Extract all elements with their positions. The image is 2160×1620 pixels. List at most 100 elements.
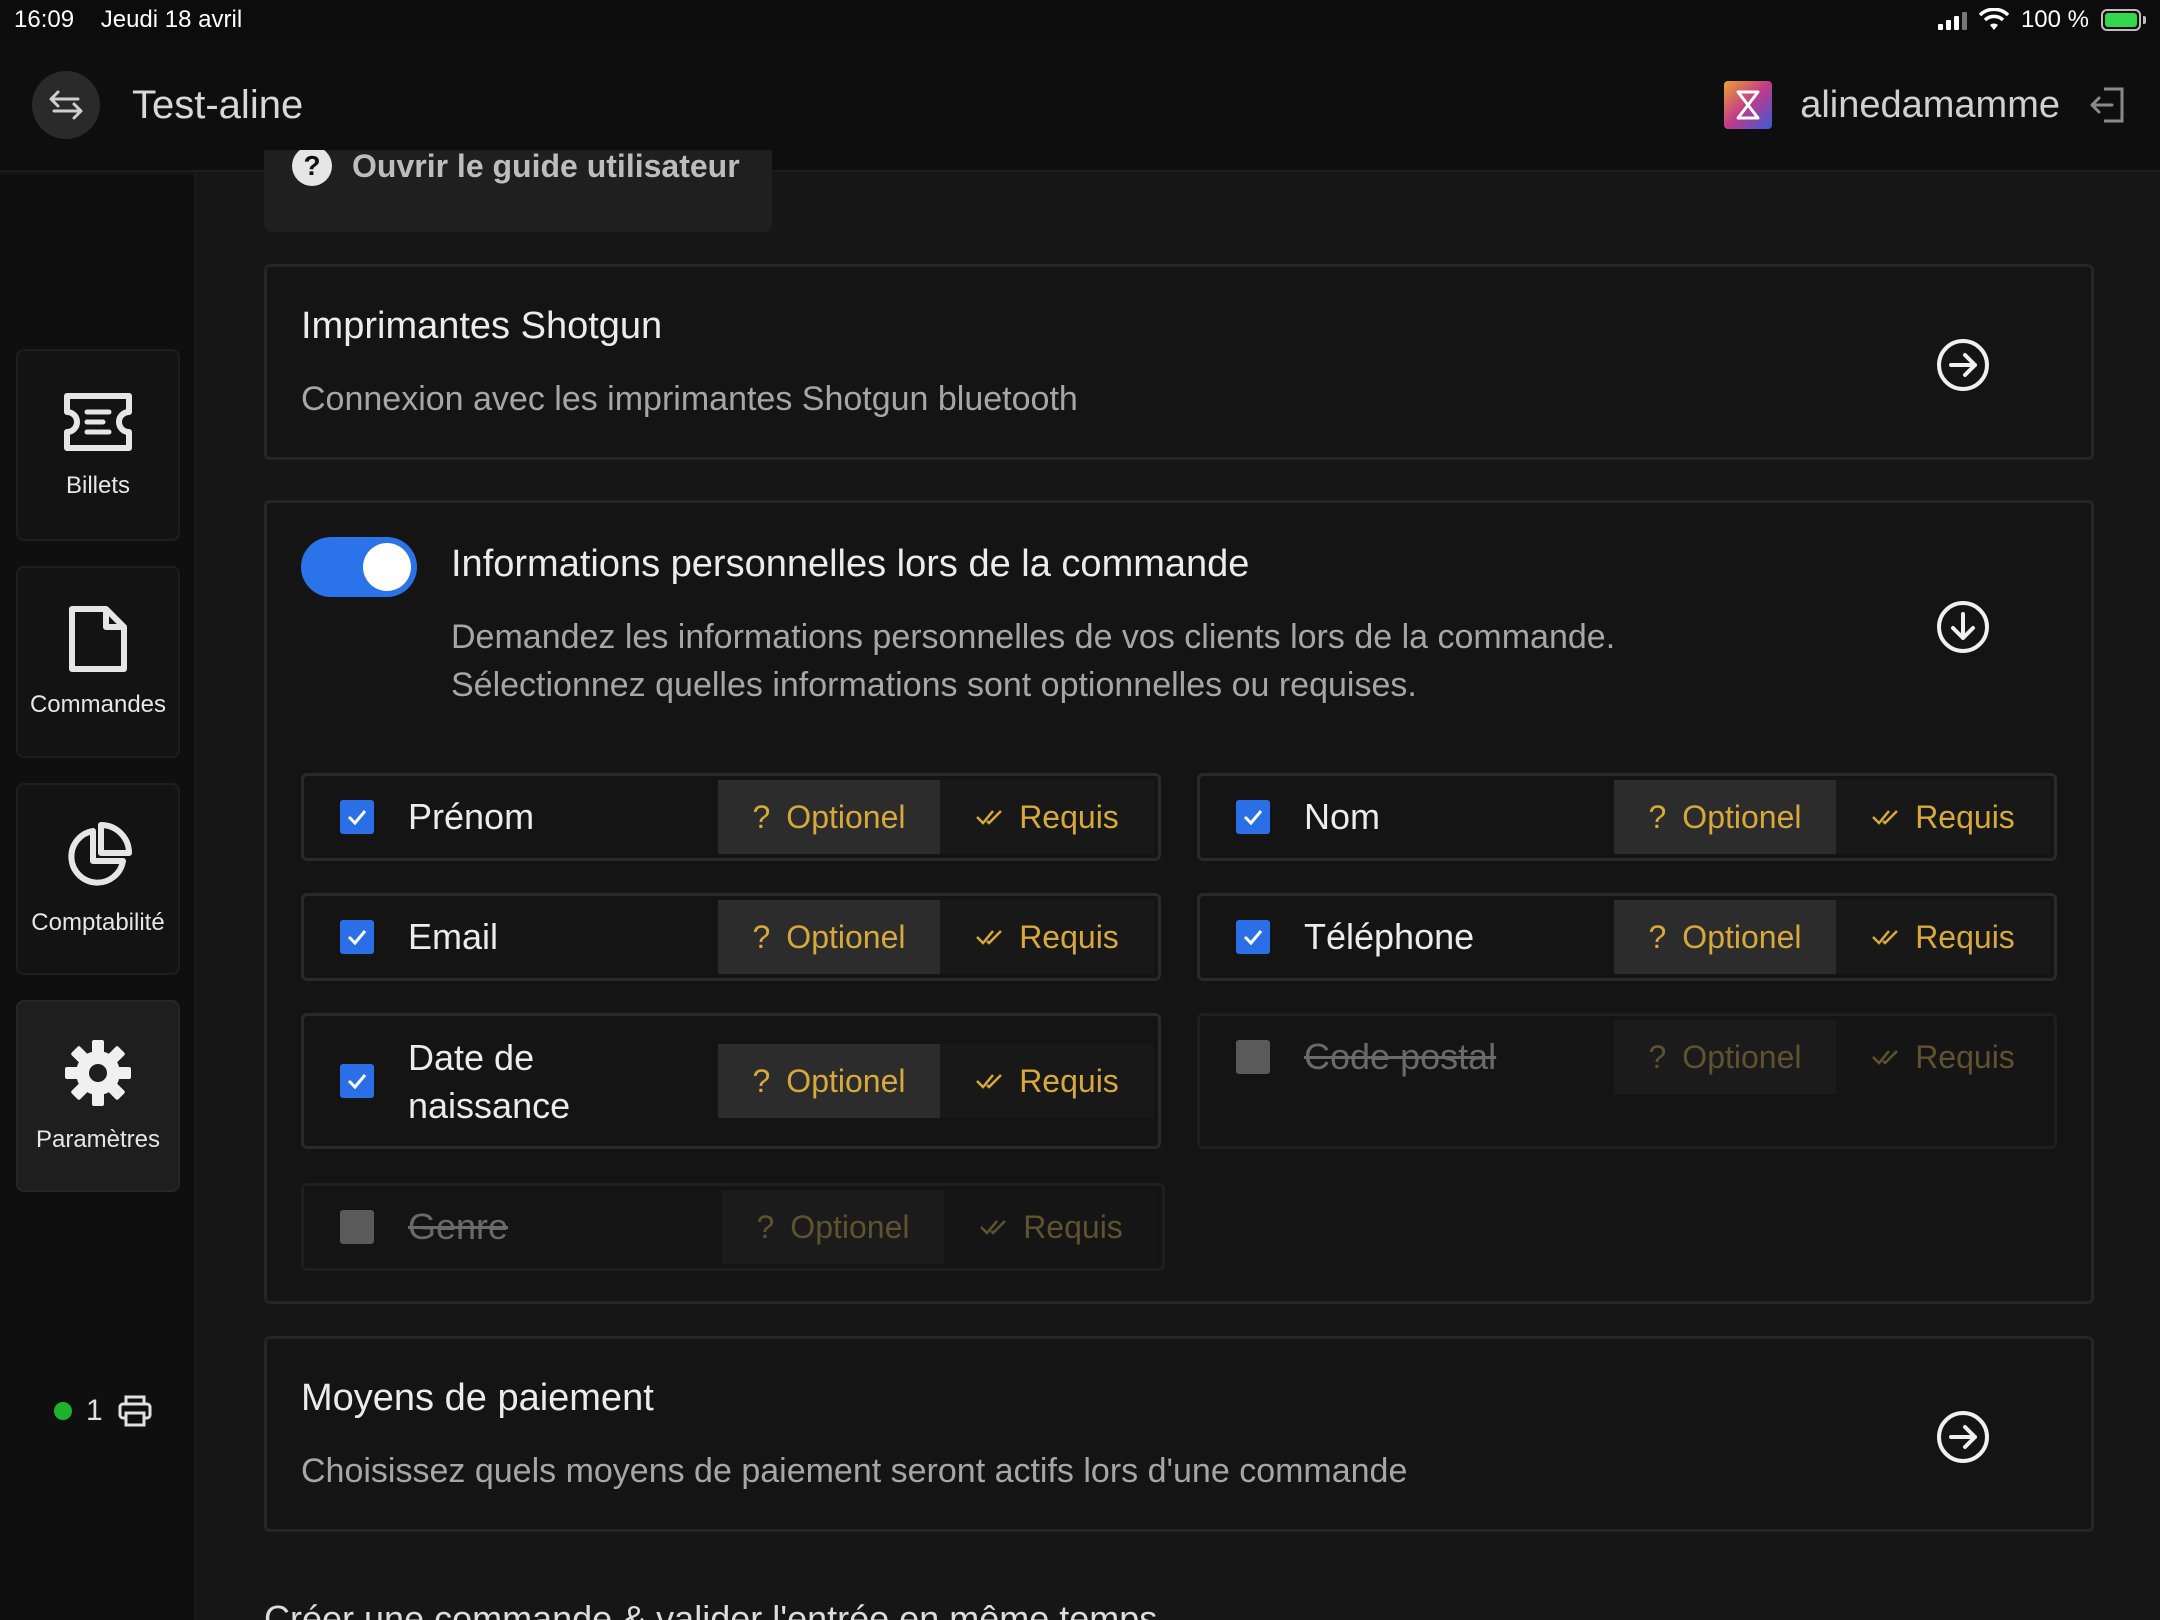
optional-label: Optionel [1682, 798, 1802, 835]
wifi-icon [1978, 8, 2009, 30]
double-check-icon [980, 1220, 1007, 1235]
optional-label: Optionel [786, 1062, 906, 1099]
optional-button[interactable]: ? Optionel [718, 780, 940, 854]
required-label: Requis [1915, 798, 2015, 835]
required-button: Requis [944, 1190, 1158, 1264]
card-description: Connexion avec les imprimantes Shotgun b… [301, 380, 1078, 418]
sidebar-item-label: Billets [65, 472, 131, 499]
required-button: Requis [1836, 1020, 2050, 1094]
hourglass-icon [1736, 90, 1760, 120]
check-icon [347, 1074, 367, 1090]
optional-required-selector: ? Optionel Requis [1614, 900, 2050, 974]
double-check-icon [976, 810, 1003, 825]
guide-label: Ouvrir le guide utilisateur [352, 150, 740, 184]
required-label: Requis [1915, 918, 2015, 955]
optional-button[interactable]: ? Optionel [718, 1044, 940, 1118]
sidebar-item-parametres[interactable]: Paramètres [16, 1000, 180, 1192]
optional-label: Optionel [1682, 1038, 1802, 1075]
checkbox-nom[interactable] [1236, 800, 1270, 834]
question-icon: ? [752, 918, 771, 955]
double-check-icon [1872, 1050, 1899, 1065]
printers-card[interactable]: Imprimantes Shotgun Connexion avec les i… [264, 264, 2094, 460]
required-button[interactable]: Requis [940, 900, 1154, 974]
check-icon [1243, 810, 1263, 826]
sidebar-item-label: Paramètres [35, 1126, 161, 1153]
sidebar: Billets Commandes Comptabilité Paramètre… [0, 174, 196, 1620]
switch-event-button[interactable] [32, 71, 100, 139]
arrow-right-circle-icon[interactable] [1935, 337, 1991, 393]
field-code-postal: Code postal ? Optionel Requis [1197, 1013, 2057, 1149]
card-title: Imprimantes Shotgun [301, 305, 663, 347]
required-button[interactable]: Requis [940, 1044, 1154, 1118]
username[interactable]: alinedamamme [1800, 84, 2060, 127]
check-icon [347, 810, 367, 826]
question-icon: ? [752, 798, 771, 835]
logout-icon[interactable] [2088, 85, 2128, 125]
event-title: Test-aline [132, 82, 304, 127]
document-icon [69, 606, 127, 672]
printer-icon [118, 1395, 152, 1427]
optional-button: ? Optionel [722, 1190, 944, 1264]
field-label: Email [408, 916, 499, 957]
field-date-de-naissance: Date de naissance ? Optionel Requis [301, 1013, 1161, 1149]
double-check-icon [976, 1074, 1003, 1089]
field-label-line1: Date de [408, 1037, 535, 1078]
field-label: Code postal [1304, 1036, 1497, 1077]
sidebar-item-billets[interactable]: Billets [16, 349, 180, 541]
open-user-guide-button[interactable]: ? Ouvrir le guide utilisateur [264, 150, 772, 232]
checkbox-date-de-naissance[interactable] [340, 1064, 374, 1098]
optional-button[interactable]: ? Optionel [1614, 780, 1836, 854]
payment-methods-card[interactable]: Moyens de paiement Choisissez quels moye… [264, 1336, 2094, 1532]
field-prenom: Prénom ? Optionel Requis [301, 773, 1161, 861]
double-check-icon [976, 930, 1003, 945]
arrow-right-circle-icon[interactable] [1935, 1409, 1991, 1465]
checkbox-code-postal[interactable] [1236, 1040, 1270, 1074]
optional-button[interactable]: ? Optionel [718, 900, 940, 974]
sidebar-item-commandes[interactable]: Commandes [16, 566, 180, 758]
field-label: Prénom [408, 796, 535, 837]
question-icon: ? [752, 1062, 771, 1099]
ticket-icon [64, 393, 132, 451]
field-label: Nom [1304, 796, 1381, 837]
required-button[interactable]: Requis [940, 780, 1154, 854]
optional-required-selector: ? Optionel Requis [1614, 780, 2050, 854]
required-button[interactable]: Requis [1836, 900, 2050, 974]
personal-info-toggle[interactable] [301, 537, 417, 597]
sidebar-item-label: Comptabilité [31, 909, 165, 936]
pie-chart-icon [68, 822, 132, 886]
required-label: Requis [1019, 1062, 1119, 1099]
checkbox-email[interactable] [340, 920, 374, 954]
checkbox-genre[interactable] [340, 1210, 374, 1244]
cellular-signal-icon [1937, 10, 1967, 30]
swap-arrows-icon [49, 90, 83, 120]
optional-button: ? Optionel [1614, 1020, 1836, 1094]
status-bar: 16:09 Jeudi 18 avril 100 % [0, 0, 2160, 40]
field-label: Genre [408, 1206, 509, 1247]
arrow-down-circle-icon[interactable] [1935, 599, 1991, 655]
printer-count: 1 [86, 1394, 103, 1427]
checkbox-telephone[interactable] [1236, 920, 1270, 954]
checkbox-prenom[interactable] [340, 800, 374, 834]
optional-button[interactable]: ? Optionel [1614, 900, 1836, 974]
card-title: Moyens de paiement [301, 1377, 654, 1419]
printer-status[interactable]: 1 [54, 1394, 153, 1428]
optional-required-selector: ? Optionel Requis [718, 780, 1154, 854]
question-icon: ? [756, 1208, 775, 1245]
card-description-line1: Demandez les informations personnelles d… [451, 618, 1616, 656]
gear-icon [65, 1040, 131, 1106]
battery-percent: 100 % [2020, 6, 2089, 33]
required-label: Requis [1915, 1038, 2015, 1075]
double-check-icon [1872, 810, 1899, 825]
optional-label: Optionel [786, 918, 906, 955]
optional-label: Optionel [1682, 918, 1802, 955]
card-description: Choisissez quels moyens de paiement sero… [301, 1452, 1408, 1490]
sidebar-item-label: Commandes [29, 691, 167, 718]
field-genre: Genre ? Optionel Requis [301, 1183, 1165, 1271]
create-order-validate-entry-label: Créer une commande & valider l'entrée en… [264, 1598, 1158, 1620]
sidebar-item-comptabilite[interactable]: Comptabilité [16, 783, 180, 975]
field-nom: Nom ? Optionel Requis [1197, 773, 2057, 861]
field-email: Email ? Optionel Requis [301, 893, 1161, 981]
personal-info-card: Informations personnelles lors de la com… [264, 500, 2094, 1304]
required-button[interactable]: Requis [1836, 780, 2050, 854]
optional-required-selector: ? Optionel Requis [722, 1190, 1158, 1264]
